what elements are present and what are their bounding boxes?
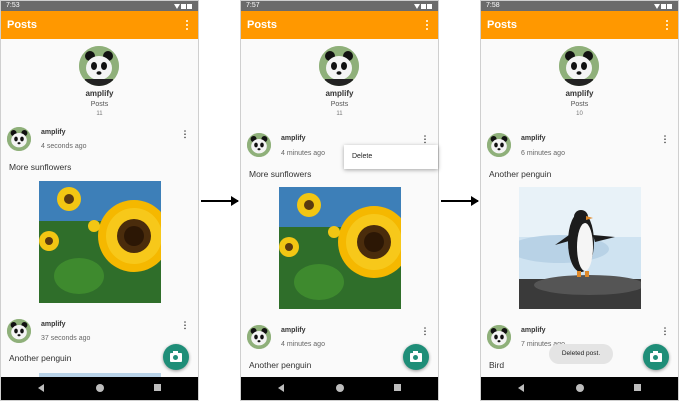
posts-count: 11 — [96, 111, 103, 117]
app-title: Posts — [7, 19, 37, 31]
recent-apps-icon[interactable] — [154, 384, 161, 391]
post-menu-icon[interactable] — [663, 327, 668, 337]
post-image-sunflower — [279, 187, 401, 309]
back-icon[interactable] — [518, 384, 524, 392]
status-bar: 7:53 — [1, 1, 198, 11]
post-image-penguin — [519, 187, 641, 309]
status-time: 7:58 — [486, 2, 500, 9]
back-icon[interactable] — [38, 384, 44, 392]
post-timestamp: 4 minutes ago — [281, 341, 325, 348]
profile-username: amplify — [325, 89, 354, 98]
post-caption: Another penguin — [9, 353, 72, 363]
post-caption: More sunflowers — [249, 169, 312, 179]
post-avatar — [247, 133, 271, 157]
overflow-menu-icon[interactable] — [664, 20, 670, 32]
nav-bar — [481, 377, 678, 400]
posts-count: 11 — [336, 111, 343, 117]
toast-message: Deleted post. — [549, 344, 613, 364]
overflow-menu-icon[interactable] — [184, 20, 190, 32]
post-timestamp: 6 minutes ago — [521, 150, 565, 157]
profile-avatar — [319, 46, 359, 86]
post-author: amplify — [281, 135, 306, 142]
post-avatar — [487, 133, 511, 157]
profile-avatar — [79, 46, 119, 86]
profile-avatar — [559, 46, 599, 86]
post-avatar — [7, 127, 31, 151]
camera-icon — [410, 351, 422, 362]
profile-username: amplify — [85, 89, 114, 98]
camera-icon — [650, 351, 662, 362]
app-bar: Posts — [481, 11, 678, 39]
post-menu-icon[interactable] — [423, 327, 428, 337]
menu-item-delete[interactable]: Delete — [352, 153, 372, 160]
flow-arrow — [201, 196, 239, 206]
posts-label: Posts — [570, 101, 589, 108]
status-time: 7:57 — [246, 2, 260, 9]
flow-arrow — [441, 196, 479, 206]
post-caption: Another penguin — [489, 169, 552, 179]
nav-bar — [1, 377, 198, 400]
status-time: 7:53 — [6, 2, 20, 9]
post-timestamp: 4 minutes ago — [281, 150, 325, 157]
post-avatar — [247, 325, 271, 349]
post-caption: Bird — [489, 360, 505, 370]
post-context-menu: Delete — [344, 145, 438, 169]
home-icon[interactable] — [96, 384, 104, 392]
status-icons — [653, 3, 673, 9]
overflow-menu-icon[interactable] — [424, 20, 430, 32]
camera-icon — [170, 351, 182, 362]
home-icon[interactable] — [336, 384, 344, 392]
post-caption: More sunflowers — [9, 162, 72, 172]
nav-bar — [241, 377, 438, 400]
app-title: Posts — [247, 19, 277, 31]
post-image-sunflower — [39, 181, 161, 303]
profile-username: amplify — [565, 89, 594, 98]
screen-2: 7:57 Posts amplify Posts 11 amplify 4 mi… — [240, 0, 439, 401]
recent-apps-icon[interactable] — [634, 384, 641, 391]
posts-label: Posts — [90, 101, 109, 108]
post-avatar — [7, 319, 31, 343]
post-menu-icon[interactable] — [183, 321, 188, 331]
post-caption: Another penguin — [249, 360, 312, 370]
post-timestamp: 37 seconds ago — [41, 335, 91, 342]
post-menu-icon[interactable] — [423, 135, 428, 145]
post-author: amplify — [521, 327, 546, 334]
recent-apps-icon[interactable] — [394, 384, 401, 391]
add-post-camera-button[interactable] — [163, 344, 189, 370]
add-post-camera-button[interactable] — [643, 344, 669, 370]
screen-3: 7:58 Posts amplify Posts 10 amplify 6 mi… — [480, 0, 679, 401]
post-timestamp: 4 seconds ago — [41, 143, 87, 150]
status-icons — [413, 3, 433, 9]
post-author: amplify — [281, 327, 306, 334]
back-icon[interactable] — [278, 384, 284, 392]
post-menu-icon[interactable] — [663, 135, 668, 145]
post-avatar — [487, 325, 511, 349]
status-bar: 7:58 — [481, 1, 678, 11]
post-author: amplify — [41, 129, 66, 136]
post-author: amplify — [41, 321, 66, 328]
app-bar: Posts — [241, 11, 438, 39]
add-post-camera-button[interactable] — [403, 344, 429, 370]
post-menu-icon[interactable] — [183, 130, 188, 140]
posts-label: Posts — [330, 101, 349, 108]
status-bar: 7:57 — [241, 1, 438, 11]
screen-1: 7:53 Posts amplify Posts 11 amplify 4 se… — [0, 0, 199, 401]
post-author: amplify — [521, 135, 546, 142]
posts-count: 10 — [576, 111, 583, 117]
app-title: Posts — [487, 19, 517, 31]
app-bar: Posts — [1, 11, 198, 39]
home-icon[interactable] — [576, 384, 584, 392]
status-icons — [173, 3, 193, 9]
